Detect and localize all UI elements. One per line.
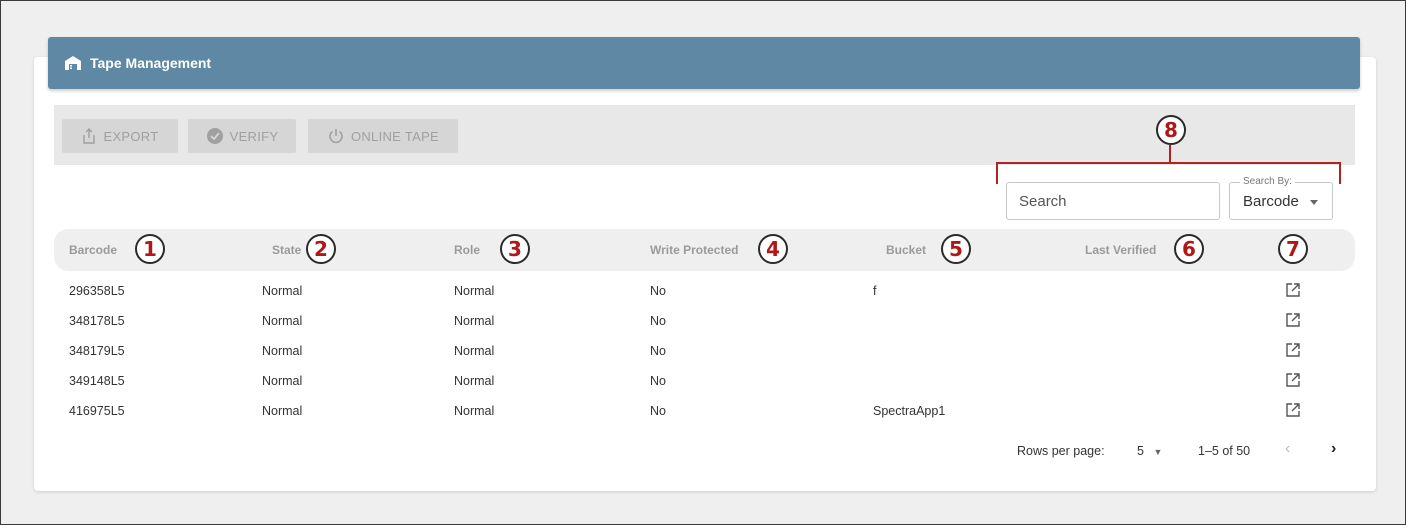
callout-7: 7 — [1278, 234, 1308, 264]
online-tape-label: ONLINE TAPE — [350, 128, 440, 144]
export-label: EXPORT — [103, 128, 159, 144]
callout-2: 2 — [306, 234, 336, 264]
callout-6: 6 — [1174, 234, 1204, 264]
next-page-icon[interactable]: › — [1331, 440, 1336, 458]
callout-8: 8 — [1156, 115, 1186, 145]
cell-role: Normal — [454, 284, 495, 298]
cell-state: Normal — [262, 374, 303, 388]
callout-4: 4 — [758, 234, 788, 264]
callout-1: 1 — [135, 234, 165, 264]
rows-per-page-value: 5 — [1137, 444, 1144, 458]
export-button[interactable]: EXPORT — [62, 119, 178, 153]
cell-bucket: SpectraApp1 — [873, 404, 946, 418]
cell-state: Normal — [262, 344, 303, 358]
cell-role: Normal — [454, 374, 495, 388]
callout-5: 5 — [941, 234, 971, 264]
cell-barcode: 416975L5 — [69, 404, 125, 418]
verify-button[interactable]: VERIFY — [188, 119, 296, 153]
export-icon — [83, 128, 96, 144]
rows-per-page-select[interactable]: 5 ▼ — [1137, 444, 1162, 458]
column-write-protected[interactable]: Write Protected — [650, 243, 738, 257]
cell-write-protected: No — [650, 284, 666, 298]
rows-per-page-label: Rows per page: — [1017, 444, 1105, 458]
column-barcode[interactable]: Barcode — [69, 243, 117, 257]
callout-8-stem — [1169, 145, 1171, 163]
caret-down-icon — [1310, 200, 1318, 205]
caret-down-icon: ▼ — [1153, 447, 1163, 457]
check-circle-icon — [206, 128, 223, 144]
cell-write-protected: No — [650, 314, 666, 328]
search-by-label: Search By: — [1240, 176, 1295, 187]
open-in-new-icon[interactable] — [1286, 403, 1300, 417]
cell-write-protected: No — [650, 404, 666, 418]
column-last-verified[interactable]: Last Verified — [1085, 243, 1156, 257]
callout-3: 3 — [500, 234, 530, 264]
open-in-new-icon[interactable] — [1286, 313, 1300, 327]
column-role[interactable]: Role — [454, 243, 480, 257]
search-placeholder: Search — [1019, 192, 1067, 210]
cell-barcode: 348178L5 — [69, 314, 125, 328]
online-tape-button[interactable]: ONLINE TAPE — [308, 119, 458, 153]
cell-state: Normal — [262, 284, 303, 298]
cell-state: Normal — [262, 404, 303, 418]
cell-write-protected: No — [650, 344, 666, 358]
cell-role: Normal — [454, 404, 495, 418]
search-by-select[interactable]: Search By: Barcode — [1229, 176, 1333, 220]
open-in-new-icon[interactable] — [1286, 283, 1300, 297]
verify-label: VERIFY — [229, 128, 279, 144]
cell-bucket: f — [873, 284, 877, 298]
search-by-value: Barcode — [1243, 193, 1299, 210]
cell-barcode: 296358L5 — [69, 284, 125, 298]
pagination-range: 1–5 of 50 — [1198, 444, 1251, 458]
previous-page-icon[interactable]: ‹ — [1285, 440, 1290, 458]
open-in-new-icon[interactable] — [1286, 373, 1300, 387]
warehouse-icon — [64, 54, 82, 72]
power-icon — [329, 129, 343, 144]
cell-role: Normal — [454, 344, 495, 358]
page-title: Tape Management — [90, 55, 212, 71]
cell-barcode: 349148L5 — [69, 374, 125, 388]
open-in-new-icon[interactable] — [1286, 343, 1300, 357]
cell-write-protected: No — [650, 374, 666, 388]
cell-state: Normal — [262, 314, 303, 328]
cell-barcode: 348179L5 — [69, 344, 125, 358]
cell-role: Normal — [454, 314, 495, 328]
column-bucket[interactable]: Bucket — [886, 243, 926, 257]
page-header: Tape Management — [48, 37, 1360, 89]
column-state[interactable]: State — [272, 243, 301, 257]
search-input[interactable]: Search — [1006, 182, 1220, 220]
